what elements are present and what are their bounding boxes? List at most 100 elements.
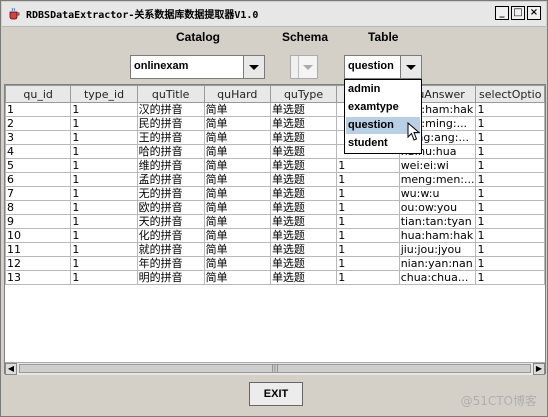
scroll-left-icon[interactable]: ◀ [5, 363, 17, 375]
table-cell[interactable]: 10 [5, 228, 72, 243]
table-cell[interactable]: chua:chua... [398, 270, 477, 285]
dropdown-option[interactable]: admin [346, 81, 420, 98]
close-button[interactable]: × [527, 6, 541, 20]
table-cell[interactable]: 简单 [203, 270, 271, 285]
table-cell[interactable]: 单选题 [269, 172, 338, 187]
table-cell[interactable]: 1 [336, 200, 400, 215]
table-cell[interactable]: 1 [475, 186, 545, 201]
table-cell[interactable]: 单选题 [269, 228, 338, 243]
table-row[interactable]: 2 1 民的拼音 简单 单选题 min:ming:... 1 [5, 116, 545, 131]
table-cell[interactable]: 1 [70, 102, 138, 117]
table-cell[interactable]: 1 [336, 158, 400, 173]
table-cell[interactable]: 单选题 [269, 186, 338, 201]
table-cell[interactable]: 1 [475, 228, 545, 243]
table-cell[interactable]: 1 [475, 102, 545, 117]
table-cell[interactable]: 9 [5, 214, 72, 229]
table-cell[interactable]: 简单 [203, 158, 271, 173]
table-cell[interactable]: 13 [5, 270, 72, 285]
table-cell[interactable]: 简单 [203, 186, 271, 201]
table-cell[interactable]: 1 [475, 200, 545, 215]
table-row[interactable]: 8 1 欧的拼音 简单 单选题 1 ou:ow:you 1 [5, 200, 545, 215]
table-cell[interactable]: 12 [5, 256, 72, 271]
table-cell[interactable]: 1 [70, 242, 138, 257]
table-cell[interactable]: ou:ow:you [398, 200, 477, 215]
table-cell[interactable]: wu:w:u [398, 186, 477, 201]
table-cell[interactable]: 3 [5, 130, 72, 145]
table-cell[interactable]: 1 [70, 144, 138, 159]
table-cell[interactable]: 1 [70, 200, 138, 215]
scroll-right-icon[interactable]: ▶ [533, 363, 545, 375]
chevron-down-icon[interactable] [298, 56, 317, 78]
table-cell[interactable]: 1 [475, 130, 545, 145]
table-cell[interactable]: 2 [5, 116, 72, 131]
table-cell[interactable]: 简单 [203, 102, 271, 117]
table-cell[interactable]: 单选题 [269, 130, 338, 145]
table-row[interactable]: 5 1 维的拼音 简单 单选题 1 wei:ei:wi 1 [5, 158, 545, 173]
table-cell[interactable]: 化的拼音 [136, 228, 205, 243]
table-cell[interactable]: 单选题 [269, 102, 338, 117]
table-cell[interactable]: meng:men:... [398, 172, 477, 187]
table-cell[interactable]: jiu:jou:jyou [398, 242, 477, 257]
table-row[interactable]: 1 1 汉的拼音 简单 单选题 han:ham:hak 1 [5, 102, 545, 117]
table-cell[interactable]: 8 [5, 200, 72, 215]
catalog-combo[interactable]: onlinexam [130, 55, 265, 79]
table-cell[interactable]: 单选题 [269, 214, 338, 229]
table-cell[interactable]: 维的拼音 [136, 158, 205, 173]
table-cell[interactable]: 1 [70, 172, 138, 187]
chevron-down-icon[interactable] [400, 56, 421, 78]
dropdown-option[interactable]: examtype [346, 99, 420, 116]
exit-button[interactable]: EXIT [249, 382, 303, 406]
table-row[interactable]: 9 1 天的拼音 简单 单选题 1 tian:tan:tyan 1 [5, 214, 545, 229]
table-cell[interactable]: 孟的拼音 [136, 172, 205, 187]
table-cell[interactable]: 6 [5, 172, 72, 187]
minimize-button[interactable]: _ [495, 6, 509, 20]
table-cell[interactable]: 1 [475, 144, 545, 159]
table-cell[interactable]: 简单 [203, 256, 271, 271]
table-cell[interactable]: 1 [5, 102, 72, 117]
table-cell[interactable]: 1 [70, 158, 138, 173]
table-cell[interactable]: 1 [70, 228, 138, 243]
scrollbar-thumb[interactable]: ||| [19, 364, 531, 373]
title-bar[interactable]: RDBSDataExtractor-关系数据库数据提取器V1.0 _ □ × [2, 2, 546, 27]
table-cell[interactable]: 年的拼音 [136, 256, 205, 271]
schema-combo[interactable] [290, 55, 318, 79]
table-cell[interactable]: hua:ham:hak [398, 228, 477, 243]
table-cell[interactable]: 简单 [203, 144, 271, 159]
column-header[interactable]: qu_id [5, 85, 72, 103]
table-cell[interactable]: 1 [336, 186, 400, 201]
table-cell[interactable]: 1 [70, 116, 138, 131]
table-cell[interactable]: 简单 [203, 172, 271, 187]
table-cell[interactable]: 1 [336, 270, 400, 285]
table-cell[interactable]: 1 [70, 256, 138, 271]
table-cell[interactable]: 1 [475, 158, 545, 173]
table-cell[interactable]: wei:ei:wi [398, 158, 477, 173]
table-cell[interactable]: 哈的拼音 [136, 144, 205, 159]
table-cell[interactable]: 单选题 [269, 116, 338, 131]
table-cell[interactable]: tian:tan:tyan [398, 214, 477, 229]
maximize-button[interactable]: □ [511, 6, 525, 20]
table-cell[interactable]: 1 [70, 270, 138, 285]
table-cell[interactable]: 王的拼音 [136, 130, 205, 145]
table-cell[interactable]: 11 [5, 242, 72, 257]
table-cell[interactable]: 1 [475, 256, 545, 271]
table-row[interactable]: 11 1 就的拼音 简单 单选题 1 jiu:jou:jyou 1 [5, 242, 545, 257]
table-cell[interactable]: 1 [336, 214, 400, 229]
table-cell[interactable]: 1 [336, 242, 400, 257]
data-table-panel[interactable]: qu_id type_id quTitle quHard quType quAn… [4, 84, 546, 374]
table-cell[interactable]: 就的拼音 [136, 242, 205, 257]
table-cell[interactable]: 5 [5, 158, 72, 173]
column-header[interactable]: type_id [70, 85, 138, 103]
table-row[interactable]: 13 1 明的拼音 简单 单选题 1 chua:chua... 1 [5, 270, 545, 285]
table-cell[interactable]: 简单 [203, 200, 271, 215]
table-row[interactable]: 3 1 王的拼音 简单 单选题 wang:ang:... 1 [5, 130, 545, 145]
table-cell[interactable]: 1 [475, 172, 545, 187]
column-header[interactable]: quType [269, 85, 338, 103]
table-cell[interactable]: 单选题 [269, 144, 338, 159]
table-cell[interactable]: 简单 [203, 116, 271, 131]
column-header[interactable]: selectOptio [475, 85, 545, 103]
table-cell[interactable]: 单选题 [269, 256, 338, 271]
table-cell[interactable]: 1 [336, 228, 400, 243]
table-cell[interactable]: 欧的拼音 [136, 200, 205, 215]
table-cell[interactable]: 1 [70, 214, 138, 229]
table-cell[interactable]: 1 [70, 130, 138, 145]
